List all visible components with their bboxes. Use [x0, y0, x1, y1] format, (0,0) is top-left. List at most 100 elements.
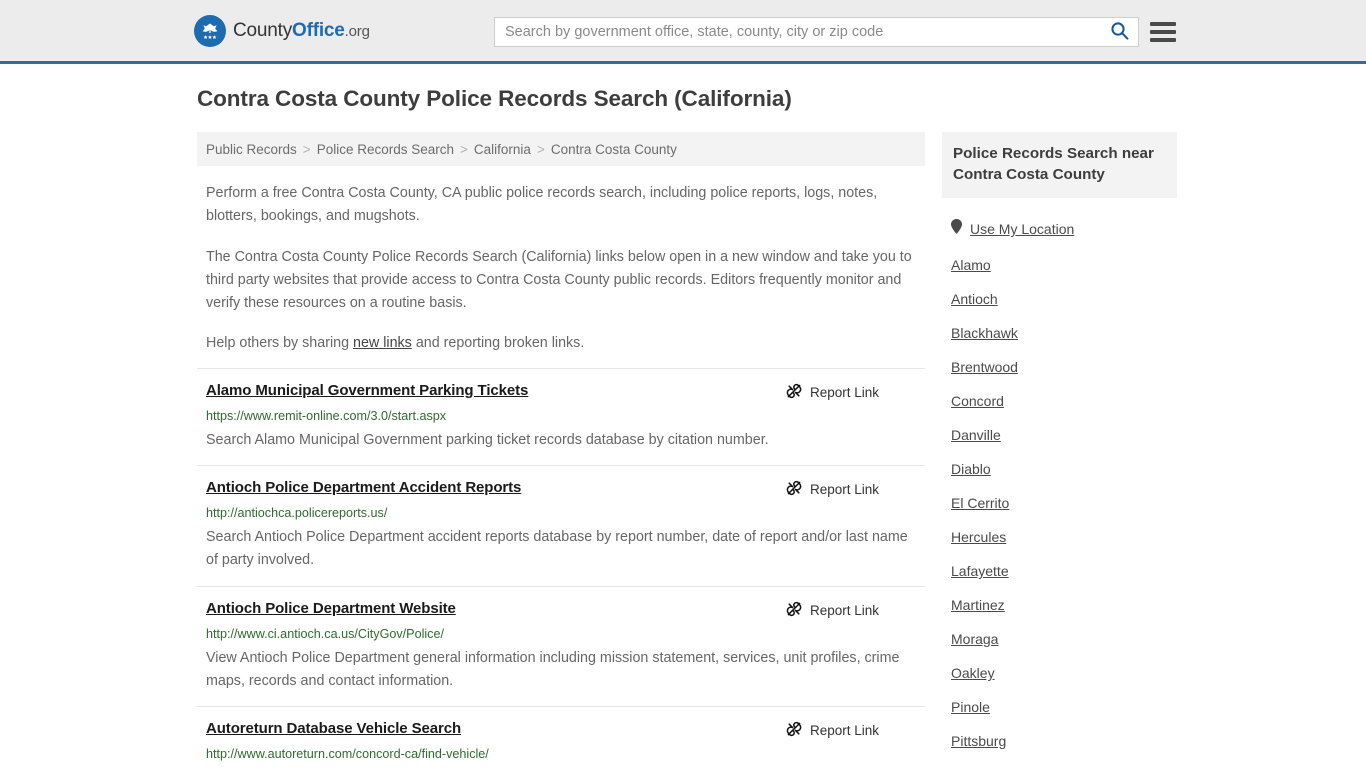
result-item: Antioch Police Department Website Report…	[197, 585, 925, 707]
sidebar-item-concord[interactable]: Concord	[942, 384, 1177, 418]
result-url-link[interactable]: http://www.ci.antioch.ca.us/CityGov/Poli…	[206, 627, 916, 641]
result-url-link[interactable]: http://www.autoreturn.com/concord-ca/fin…	[206, 747, 916, 761]
report-link-label: Report Link	[809, 384, 879, 400]
sidebar-city-link[interactable]: Blackhawk	[951, 325, 1018, 341]
result-title-link[interactable]: Alamo Municipal Government Parking Ticke…	[206, 382, 528, 399]
broken-link-icon	[786, 383, 802, 402]
site-logo[interactable]: CountyOffice.org	[194, 14, 370, 47]
map-pin-icon	[951, 219, 962, 239]
sidebar-city-link[interactable]: Concord	[951, 393, 1004, 409]
result-item: Antioch Police Department Accident Repor…	[197, 465, 925, 586]
site-logo-text: CountyOffice.org	[233, 20, 370, 42]
sidebar-item-antioch[interactable]: Antioch	[942, 282, 1177, 316]
result-head: Antioch Police Department Accident Repor…	[206, 479, 916, 499]
result-title-link[interactable]: Antioch Police Department Website	[206, 600, 456, 617]
sidebar-item-pinole[interactable]: Pinole	[942, 690, 1177, 724]
search-bar	[494, 17, 1139, 47]
breadcrumb: Public Records > Police Records Search >…	[197, 132, 925, 166]
result-description: Search Alamo Municipal Government parkin…	[206, 431, 769, 448]
sidebar-item-brentwood[interactable]: Brentwood	[942, 350, 1177, 384]
sidebar-city-link[interactable]: Hercules	[951, 529, 1006, 545]
sidebar-city-link[interactable]: Diablo	[951, 461, 991, 477]
sidebar-city-link[interactable]: Antioch	[951, 291, 998, 307]
menu-bar-3	[1150, 38, 1176, 42]
use-my-location-link[interactable]: Use My Location	[970, 221, 1074, 237]
breadcrumb-separator: >	[302, 141, 311, 157]
page-body: Contra Costa County Police Records Searc…	[0, 64, 1366, 768]
sidebar-item-danville[interactable]: Danville	[942, 418, 1177, 452]
sidebar-item-alamo[interactable]: Alamo	[942, 248, 1177, 282]
sidebar-item-moraga[interactable]: Moraga	[942, 622, 1177, 656]
sidebar-city-link[interactable]: Lafayette	[951, 563, 1009, 579]
sidebar-city-list: Use My Location Alamo Antioch Blackhawk …	[942, 210, 1177, 758]
menu-bar-1	[1150, 22, 1176, 26]
breadcrumb-item-california[interactable]: California	[474, 142, 531, 157]
broken-link-icon	[786, 721, 802, 740]
result-item: Alamo Municipal Government Parking Ticke…	[197, 367, 925, 465]
page-title: Contra Costa County Police Records Searc…	[197, 86, 792, 111]
report-link-button[interactable]: Report Link	[786, 479, 879, 499]
report-link-button[interactable]: Report Link	[786, 600, 879, 620]
broken-link-icon	[786, 480, 802, 499]
sidebar-city-link[interactable]: Danville	[951, 427, 1001, 443]
sidebar-city-link[interactable]: El Cerrito	[951, 495, 1009, 511]
sidebar-item-blackhawk[interactable]: Blackhawk	[942, 316, 1177, 350]
sidebar-item-oakley[interactable]: Oakley	[942, 656, 1177, 690]
sidebar-city-link[interactable]: Martinez	[951, 597, 1005, 613]
result-head: Autoreturn Database Vehicle Search Repor…	[206, 720, 916, 740]
main-column: Public Records > Police Records Search >…	[197, 132, 925, 768]
menu-bar-2	[1150, 30, 1176, 34]
report-link-button[interactable]: Report Link	[786, 720, 879, 740]
logo-text-org: .org	[344, 22, 370, 40]
sidebar-item-pittsburg[interactable]: Pittsburg	[942, 724, 1177, 758]
breadcrumb-separator: >	[460, 141, 468, 157]
result-item: Autoreturn Database Vehicle Search Repor…	[197, 706, 925, 768]
sidebar-item-martinez[interactable]: Martinez	[942, 588, 1177, 622]
report-link-label: Report Link	[809, 602, 879, 618]
report-link-label: Report Link	[809, 723, 879, 739]
sidebar-item-hercules[interactable]: Hercules	[942, 520, 1177, 554]
intro-p3-after: and reporting broken links.	[411, 335, 585, 352]
sidebar-city-link[interactable]: Oakley	[951, 665, 995, 681]
sidebar-heading: Police Records Search near Contra Costa …	[942, 132, 1177, 199]
result-url-link[interactable]: http://antiochca.policereports.us/	[206, 506, 916, 520]
result-head: Alamo Municipal Government Parking Ticke…	[206, 382, 916, 402]
sidebar-city-link[interactable]: Pittsburg	[951, 733, 1006, 749]
sidebar-item-diablo[interactable]: Diablo	[942, 452, 1177, 486]
intro-paragraph-2: The Contra Costa County Police Records S…	[206, 248, 912, 312]
report-link-button[interactable]: Report Link	[786, 382, 879, 402]
report-link-label: Report Link	[809, 482, 879, 498]
site-header: CountyOffice.org	[0, 0, 1366, 64]
sidebar-city-link[interactable]: Moraga	[951, 631, 998, 647]
content-row: Public Records > Police Records Search >…	[197, 132, 1366, 768]
search-icon	[1110, 21, 1129, 43]
logo-text-office: Office	[292, 19, 345, 41]
breadcrumb-item-police-records-search[interactable]: Police Records Search	[317, 142, 454, 157]
new-links-link[interactable]: new links	[353, 335, 412, 351]
intro-paragraph-3: Help others by sharing new links and rep…	[206, 332, 916, 355]
breadcrumb-item-contra-costa-county[interactable]: Contra Costa County	[551, 142, 677, 157]
result-title-link[interactable]: Autoreturn Database Vehicle Search	[206, 720, 461, 737]
logo-text-county: County	[233, 19, 293, 41]
sidebar-item-lafayette[interactable]: Lafayette	[942, 554, 1177, 588]
result-title-link[interactable]: Antioch Police Department Accident Repor…	[206, 479, 521, 496]
broken-link-icon	[786, 601, 802, 620]
result-url-link[interactable]: https://www.remit-online.com/3.0/start.a…	[206, 409, 916, 423]
intro-text: Perform a free Contra Costa County, CA p…	[206, 182, 916, 356]
result-description: View Antioch Police Department general i…	[206, 649, 900, 689]
sidebar-item-use-my-location[interactable]: Use My Location	[942, 210, 1177, 248]
result-head: Antioch Police Department Website Report…	[206, 600, 916, 620]
search-button[interactable]	[1100, 18, 1138, 46]
hamburger-menu-icon[interactable]	[1150, 19, 1176, 45]
intro-p3-before: Help others by sharing	[206, 335, 354, 352]
search-input[interactable]	[495, 18, 1100, 46]
sidebar-city-link[interactable]: Brentwood	[951, 359, 1018, 375]
eagle-seal-icon	[194, 14, 226, 47]
sidebar-city-link[interactable]: Alamo	[951, 257, 991, 273]
breadcrumb-item-public-records[interactable]: Public Records	[206, 142, 297, 157]
result-description: Search Antioch Police Department acciden…	[206, 529, 908, 569]
sidebar-item-el-cerrito[interactable]: El Cerrito	[942, 486, 1177, 520]
breadcrumb-separator: >	[536, 141, 545, 157]
sidebar-city-link[interactable]: Pinole	[951, 699, 990, 715]
sidebar: Police Records Search near Contra Costa …	[942, 132, 1177, 768]
